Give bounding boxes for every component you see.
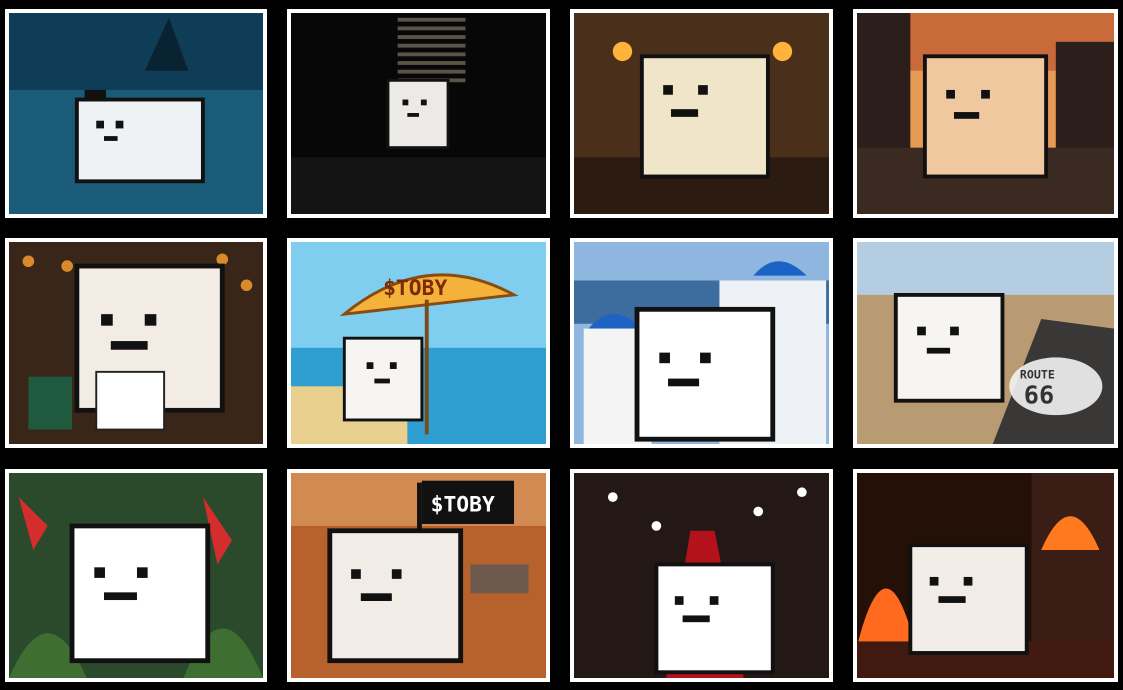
dark-room-image <box>291 13 546 214</box>
tile-santorini[interactable] <box>570 238 833 448</box>
road-sign-top: ROUTE <box>1020 368 1055 382</box>
flag-sign-text: $TOBY <box>431 493 495 518</box>
burning-building-image <box>857 473 1114 678</box>
tile-red-carpet[interactable] <box>570 469 833 682</box>
casino-image <box>9 242 263 444</box>
tile-burning-building[interactable] <box>853 469 1118 682</box>
tile-dungeon-torches[interactable] <box>570 9 833 218</box>
dungeon-image <box>574 13 829 214</box>
red-carpet-image <box>574 473 829 678</box>
sunset-street-image <box>857 13 1114 214</box>
image-grid: $TOBY ROUTE 66 $TOBY <box>0 0 1123 690</box>
tile-jungle-parrots[interactable] <box>5 469 267 682</box>
tile-mars-flag[interactable]: $TOBY <box>287 469 550 682</box>
road-sign-number: 66 <box>1024 381 1054 410</box>
tile-route-66[interactable]: ROUTE 66 <box>853 238 1118 448</box>
ocean-shark-image <box>9 13 263 214</box>
route-66-image: ROUTE 66 <box>857 242 1114 444</box>
mars-image: $TOBY <box>291 473 546 678</box>
tile-beach-umbrella[interactable]: $TOBY <box>287 238 550 448</box>
tile-ocean-shark[interactable] <box>5 9 267 218</box>
santorini-image <box>574 242 829 444</box>
tile-sunset-street[interactable] <box>853 9 1118 218</box>
tile-casino-cards[interactable] <box>5 238 267 448</box>
jungle-image <box>9 473 263 678</box>
beach-image: $TOBY <box>291 242 546 444</box>
dog-sprite <box>74 97 205 184</box>
tile-dark-room-blinds[interactable] <box>287 9 550 218</box>
umbrella-sign-text: $TOBY <box>383 276 447 301</box>
